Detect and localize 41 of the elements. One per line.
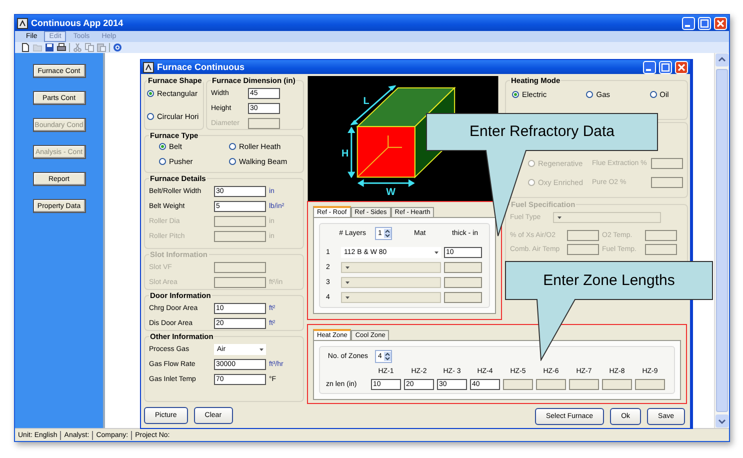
maximize-icon[interactable] bbox=[659, 60, 672, 74]
app-icon bbox=[143, 62, 154, 72]
minimize-icon[interactable] bbox=[682, 16, 695, 30]
minimize-icon[interactable] bbox=[643, 60, 656, 74]
window-title: Continuous App 2014 bbox=[31, 18, 124, 28]
height-arrow bbox=[348, 126, 356, 178]
width-arrow bbox=[357, 179, 415, 187]
radio-icon[interactable] bbox=[229, 143, 236, 150]
callout-text: Enter Refractory Data bbox=[468, 123, 616, 140]
scrollbar-thumb[interactable] bbox=[716, 69, 728, 412]
caret-icon bbox=[344, 264, 351, 271]
spinner-arrows-icon[interactable] bbox=[384, 229, 391, 238]
close-icon[interactable] bbox=[714, 16, 727, 30]
scroll-down-icon[interactable] bbox=[715, 414, 729, 428]
close-icon[interactable] bbox=[675, 60, 688, 74]
dimension-label: L bbox=[363, 96, 370, 107]
app-icon bbox=[17, 18, 28, 28]
radio-icon[interactable] bbox=[147, 113, 154, 120]
printer-icon[interactable] bbox=[57, 43, 66, 52]
scroll-up-icon[interactable] bbox=[715, 53, 729, 67]
help-icon[interactable] bbox=[113, 43, 122, 52]
spinner-arrows-icon[interactable] bbox=[384, 352, 391, 361]
radio-icon[interactable] bbox=[147, 90, 154, 97]
radio-icon[interactable] bbox=[159, 158, 166, 165]
window-title: Furnace Continuous bbox=[157, 62, 246, 72]
radio-icon[interactable] bbox=[512, 91, 519, 98]
maximize-icon[interactable] bbox=[698, 16, 711, 30]
caret-icon bbox=[433, 249, 440, 256]
radio-icon[interactable] bbox=[650, 91, 657, 98]
radio-icon[interactable] bbox=[229, 158, 236, 165]
caret-icon bbox=[556, 214, 563, 221]
dimension-label: H bbox=[342, 148, 349, 160]
radio-icon[interactable] bbox=[586, 91, 594, 98]
save-icon[interactable] bbox=[45, 43, 54, 52]
radio-icon[interactable] bbox=[159, 143, 166, 150]
callout-text: Enter Zone Lengths bbox=[542, 272, 676, 288]
dimension-label: W bbox=[386, 187, 396, 198]
length-arrow bbox=[350, 85, 396, 126]
caret-icon bbox=[344, 279, 351, 286]
caret-icon bbox=[258, 346, 265, 354]
caret-icon bbox=[344, 294, 351, 301]
